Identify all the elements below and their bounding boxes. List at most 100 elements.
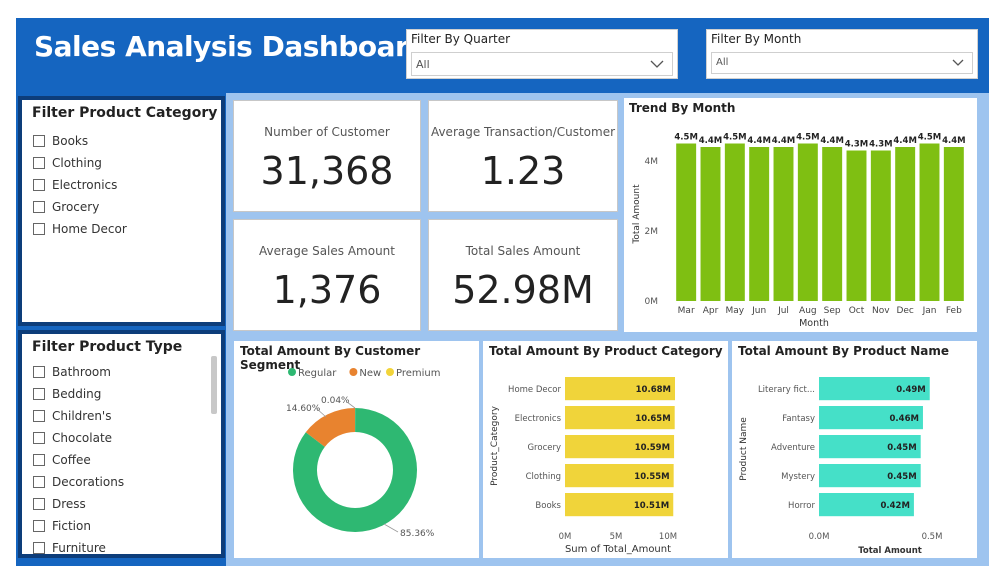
type-item-label: Fiction bbox=[52, 519, 91, 533]
data-label: 0.49M bbox=[896, 385, 925, 395]
legend-marker-premium bbox=[386, 368, 394, 376]
kpi-customers-label: Number of Customer bbox=[264, 125, 390, 139]
category-item-clothing[interactable]: Clothing bbox=[33, 152, 127, 174]
checkbox[interactable] bbox=[33, 432, 45, 444]
bar-aug bbox=[797, 143, 818, 301]
bar-jan bbox=[919, 143, 940, 301]
category-item-electronics[interactable]: Electronics bbox=[33, 174, 127, 196]
quarter-select-value: All bbox=[416, 58, 430, 71]
kpi-total-sales-value: 52.98M bbox=[452, 268, 594, 312]
data-label: 4.3M bbox=[869, 140, 893, 150]
data-label: 10.68M bbox=[636, 385, 671, 395]
bar-jun bbox=[749, 147, 770, 301]
type-item-decorations[interactable]: Decorations bbox=[33, 471, 124, 493]
data-label: 0.42M bbox=[880, 501, 909, 511]
checkbox[interactable] bbox=[33, 520, 45, 532]
bar-jul bbox=[773, 147, 794, 301]
checkbox[interactable] bbox=[33, 135, 45, 147]
data-label: 4.4M bbox=[893, 136, 917, 146]
data-label: 4.5M bbox=[918, 133, 942, 143]
data-label: 10.51M bbox=[634, 501, 669, 511]
x-axis-label: Sum of Total_Amount bbox=[565, 544, 671, 555]
type-filter-list: Bathroom Bedding Children's Chocolate Coffee… bbox=[33, 361, 124, 559]
checkbox[interactable] bbox=[33, 498, 45, 510]
y-axis-label: Product Name bbox=[739, 417, 749, 481]
quarter-select[interactable]: All bbox=[411, 52, 673, 76]
quarter-filter-label: Filter By Quarter bbox=[411, 32, 511, 46]
y-tick-label: 2M bbox=[645, 227, 659, 237]
type-item-chocolate[interactable]: Chocolate bbox=[33, 427, 124, 449]
type-item-label: Bedding bbox=[52, 387, 102, 401]
data-label-regular: 85.36% bbox=[400, 529, 435, 539]
page-title: Sales Analysis Dashboard bbox=[34, 30, 428, 63]
checkbox[interactable] bbox=[33, 223, 45, 235]
checkbox[interactable] bbox=[33, 454, 45, 466]
checkbox[interactable] bbox=[33, 366, 45, 378]
kpi-customers-value: 31,368 bbox=[260, 149, 394, 193]
checkbox[interactable] bbox=[33, 542, 45, 554]
data-label: 4.4M bbox=[699, 136, 723, 146]
y-axis-label: Total Amount bbox=[632, 184, 642, 245]
type-item-label: Children's bbox=[52, 409, 112, 423]
segment-chart-card: Total Amount By Customer Segment Regular… bbox=[234, 341, 479, 558]
month-select[interactable]: All bbox=[711, 52, 973, 74]
x-tick-label: May bbox=[726, 306, 745, 316]
data-label: 0.46M bbox=[890, 414, 919, 424]
month-filter: Filter By Month All bbox=[706, 29, 978, 79]
x-tick-label: 0.5M bbox=[922, 532, 943, 542]
month-filter-label: Filter By Month bbox=[711, 32, 802, 46]
category-item-grocery[interactable]: Grocery bbox=[33, 196, 127, 218]
data-label: 0.45M bbox=[887, 443, 916, 453]
type-item-bedding[interactable]: Bedding bbox=[33, 383, 124, 405]
legend-marker-new bbox=[349, 368, 358, 376]
kpi-avg-transaction-value: 1.23 bbox=[480, 149, 566, 193]
checkbox[interactable] bbox=[33, 201, 45, 213]
y-tick-label: Literary fict... bbox=[758, 385, 815, 395]
checkbox[interactable] bbox=[33, 388, 45, 400]
type-item-fiction[interactable]: Fiction bbox=[33, 515, 124, 537]
legend-label-new: New bbox=[359, 368, 381, 379]
checkbox[interactable] bbox=[33, 179, 45, 191]
category-item-label: Home Decor bbox=[52, 222, 127, 236]
checkbox[interactable] bbox=[33, 157, 45, 169]
x-tick-label: Apr bbox=[703, 306, 719, 316]
y-tick-label: Horror bbox=[788, 501, 815, 511]
kpi-avg-transaction-label: Average Transaction/Customer bbox=[430, 125, 616, 139]
category-item-home-decor[interactable]: Home Decor bbox=[33, 218, 127, 240]
leader-line bbox=[383, 523, 399, 533]
x-tick-label: Feb bbox=[946, 306, 962, 316]
bar-apr bbox=[700, 147, 721, 301]
checkbox[interactable] bbox=[33, 410, 45, 422]
type-item-dress[interactable]: Dress bbox=[33, 493, 124, 515]
type-item-label: Bathroom bbox=[52, 365, 111, 379]
trend-chart-card: Trend By Month 0M 2M 4M Total Amount 4.5M Mar… bbox=[624, 98, 977, 332]
category-item-label: Books bbox=[52, 134, 89, 148]
type-item-label: Decorations bbox=[52, 475, 125, 489]
data-label: 4.4M bbox=[772, 136, 796, 146]
segment-chart: Regular New Premium 85.36% 14.60%0.04% bbox=[286, 368, 441, 539]
x-tick-label: 0M bbox=[559, 532, 572, 542]
type-item-children-s[interactable]: Children's bbox=[33, 405, 124, 427]
x-tick-label: Jun bbox=[751, 306, 766, 316]
y-tick-label: Adventure bbox=[771, 443, 815, 453]
data-label: 4.4M bbox=[942, 136, 966, 146]
type-item-furniture[interactable]: Furniture bbox=[33, 537, 124, 559]
type-item-bathroom[interactable]: Bathroom bbox=[33, 361, 124, 383]
data-label: 4.3M bbox=[845, 140, 869, 150]
category-filter-list: Books Clothing Electronics Grocery Home Deco… bbox=[33, 130, 127, 240]
data-label: 4.5M bbox=[674, 133, 698, 143]
kpi-avg-sales-value: 1,376 bbox=[272, 268, 382, 312]
legend-label-regular: Regular bbox=[298, 368, 337, 379]
type-filter-scrollbar[interactable] bbox=[211, 356, 217, 414]
x-tick-label: 10M bbox=[659, 532, 677, 542]
type-item-label: Chocolate bbox=[52, 431, 113, 445]
x-tick-label: Oct bbox=[849, 306, 865, 316]
category-item-books[interactable]: Books bbox=[33, 130, 127, 152]
x-tick-label: 0.0M bbox=[809, 532, 830, 542]
type-item-coffee[interactable]: Coffee bbox=[33, 449, 124, 471]
kpi-customers: Number of Customer 31,368 bbox=[233, 100, 421, 212]
bar-oct bbox=[846, 150, 867, 301]
category-item-label: Electronics bbox=[52, 178, 118, 192]
chevron-down-icon bbox=[952, 59, 964, 66]
checkbox[interactable] bbox=[33, 476, 45, 488]
